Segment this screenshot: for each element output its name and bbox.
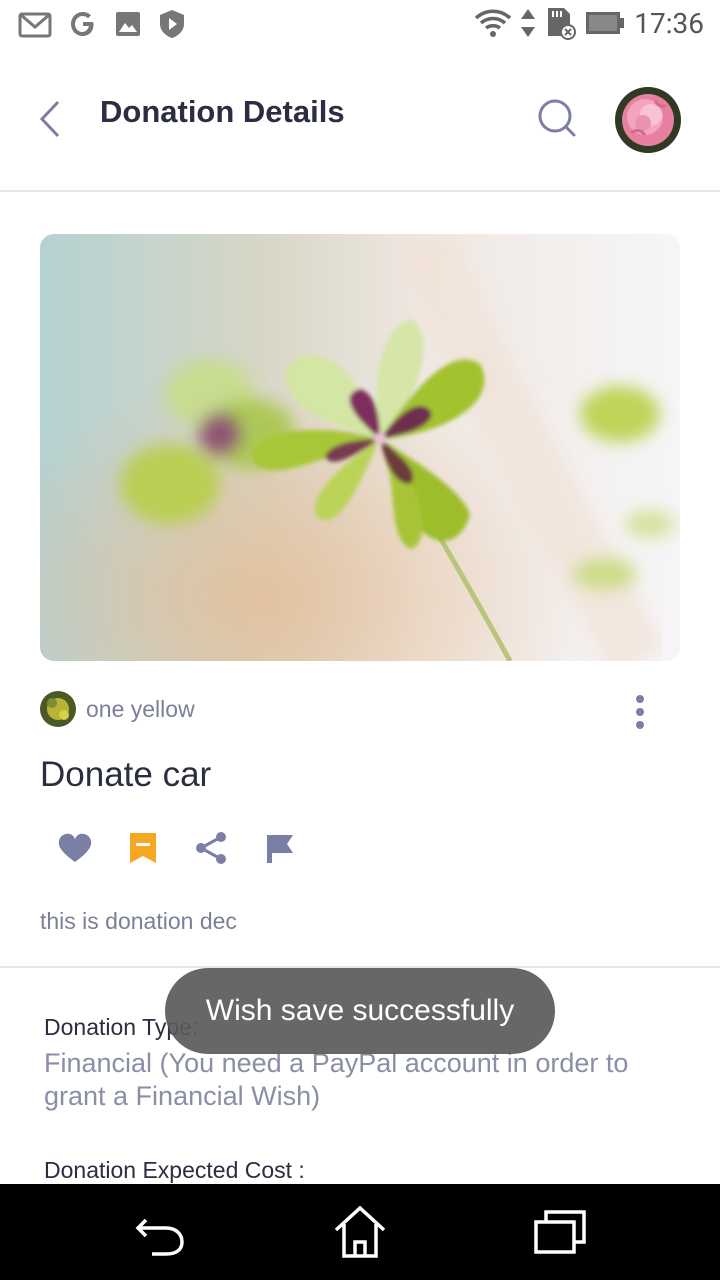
- donation-description: this is donation dec: [40, 908, 237, 934]
- clock: 17:36: [634, 6, 704, 40]
- clover-photo: [40, 234, 680, 661]
- system-icons: 17:36: [474, 6, 704, 40]
- author-avatar[interactable]: [40, 691, 76, 727]
- bookmark-button[interactable]: [124, 828, 162, 868]
- share-icon: [196, 832, 226, 864]
- author-name[interactable]: one yellow: [86, 696, 195, 723]
- toast-message: Wish save successfully: [165, 968, 555, 1054]
- google-icon: [71, 12, 94, 36]
- like-button[interactable]: [56, 828, 94, 868]
- home-nav-icon: [334, 1205, 386, 1258]
- author-row: one yellow: [40, 690, 680, 730]
- back-arrow-icon: [39, 100, 60, 138]
- like-icon: [58, 833, 92, 862]
- bookmark-icon: [130, 833, 156, 863]
- recents-nav-icon: [534, 1210, 586, 1254]
- navigation-bar: [0, 1184, 720, 1280]
- play-protect-icon: [160, 10, 184, 38]
- donation-image: [40, 234, 680, 661]
- action-bar: [56, 826, 298, 870]
- nav-recents-button[interactable]: [530, 1204, 590, 1260]
- nav-home-button[interactable]: [330, 1204, 390, 1260]
- flag-icon: [267, 835, 293, 863]
- peony-avatar-image: [615, 87, 681, 153]
- author-avatar-image: [40, 691, 76, 727]
- photos-icon: [116, 12, 140, 36]
- status-bar: 17:36: [0, 0, 720, 50]
- more-vert-icon: [636, 695, 644, 729]
- notification-icons: [18, 8, 186, 40]
- page-title: Donation Details: [100, 94, 345, 129]
- gmail-icon: [18, 12, 52, 38]
- flag-button[interactable]: [260, 828, 298, 868]
- data-arrows-icon: [521, 9, 536, 37]
- search-button[interactable]: [534, 95, 580, 141]
- user-avatar[interactable]: [615, 87, 681, 153]
- wifi-icon: [475, 9, 512, 37]
- donation-type-value: Financial (You need a PayPal account in …: [44, 1048, 629, 1111]
- app-bar: Donation Details: [0, 50, 720, 192]
- back-button[interactable]: [30, 94, 70, 144]
- back-nav-icon: [135, 1218, 184, 1256]
- share-button[interactable]: [192, 828, 230, 868]
- search-icon: [538, 99, 576, 137]
- donation-title: Donate car: [40, 755, 212, 794]
- battery-icon: [586, 12, 625, 34]
- nav-back-button[interactable]: [130, 1204, 190, 1260]
- more-options-button[interactable]: [630, 694, 650, 730]
- sd-card-icon: [548, 8, 577, 40]
- donation-expected-cost-label: Donation Expected Cost :: [44, 1157, 305, 1183]
